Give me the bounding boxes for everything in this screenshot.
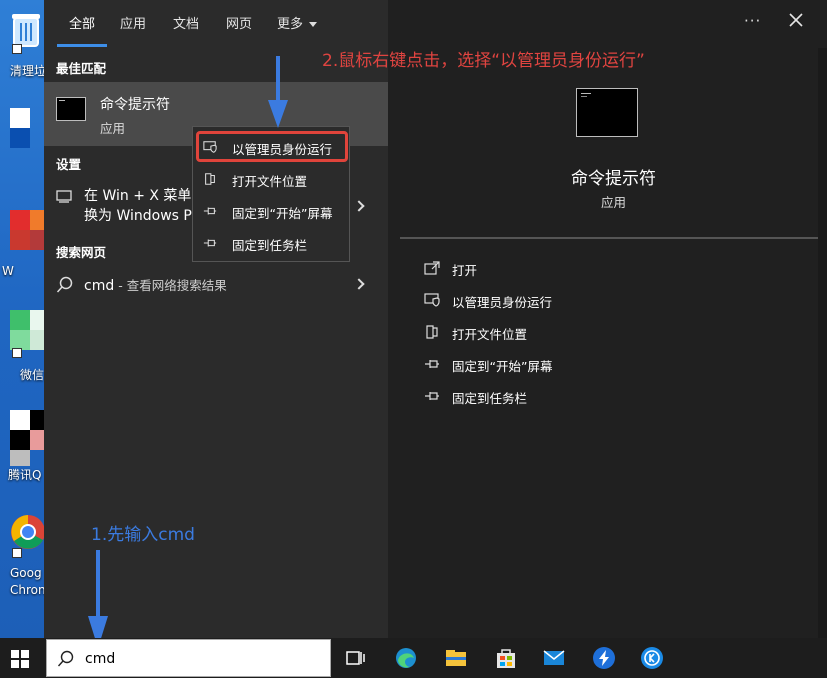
chevron-right-icon[interactable] — [353, 278, 365, 290]
wechat-icon-part — [10, 330, 30, 350]
preview-subtitle: 应用 — [600, 195, 626, 210]
file-explorer-icon[interactable] — [444, 646, 468, 670]
scrollbar[interactable] — [818, 48, 827, 638]
close-icon[interactable] — [786, 10, 806, 30]
more-options-icon[interactable]: ··· — [744, 12, 761, 30]
web-search-suffix: - 查看网络搜索结果 — [114, 278, 227, 293]
context-item-label: 打开文件位置 — [232, 174, 308, 189]
search-icon — [56, 276, 73, 293]
office-icon-part — [30, 230, 44, 250]
section-best-match: 最佳匹配 — [56, 61, 107, 76]
folder-icon — [205, 173, 215, 185]
search-tabs: 全部 应用 文档 网页 更多 ··· — [44, 0, 827, 48]
qq-icon-part — [10, 430, 30, 450]
app-arrow-icon[interactable] — [592, 646, 616, 670]
pin-icon — [203, 239, 217, 247]
annotation-step-2: 2.鼠标右键点击，选择“以管理员身份运行” — [322, 51, 645, 71]
command-prompt-icon — [56, 97, 86, 121]
section-web-search: 搜索网页 — [56, 245, 107, 260]
wechat-icon-part — [30, 310, 44, 330]
qq-icon-part — [30, 430, 44, 450]
action-label: 打开文件位置 — [452, 327, 528, 342]
desktop-icon-label: Chron — [10, 583, 44, 597]
tab-more-label: 更多 — [277, 17, 304, 32]
preview-title: 命令提示符 — [571, 169, 656, 189]
web-search-query: cmd - 查看网络搜索结果 — [84, 275, 227, 294]
folder-icon — [426, 325, 438, 339]
wechat-icon[interactable] — [10, 310, 30, 330]
desktop-icon-cleaner[interactable]: 清理垃 — [4, 4, 44, 78]
settings-result-text: 在 Win + X 菜单中 换为 Windows P — [84, 188, 194, 224]
action-label: 打开 — [452, 263, 478, 278]
tab-all[interactable]: 全部 — [69, 13, 95, 32]
annotation-step-1: 1.先输入cmd — [91, 525, 195, 545]
action-label: 固定到“开始”屏幕 — [452, 359, 553, 374]
best-match-subtitle: 应用 — [100, 121, 126, 136]
web-search-item[interactable]: cmd - 查看网络搜索结果 — [44, 270, 388, 300]
desktop-icon-tile — [10, 128, 30, 148]
shortcut-arrow-icon — [12, 44, 22, 54]
section-settings: 设置 — [56, 157, 82, 172]
windows-start-icon[interactable] — [11, 650, 29, 668]
context-item-label: 以管理员身份运行 — [232, 142, 333, 157]
command-prompt-large-icon — [576, 88, 638, 137]
desktop-icon-label: W — [2, 264, 14, 278]
search-input-value: cmd — [85, 651, 116, 667]
office-icon-part — [10, 230, 30, 250]
office-icon-part — [30, 210, 44, 230]
annotation-arrow-down-icon — [88, 550, 108, 648]
qq-icon[interactable] — [10, 410, 30, 430]
web-search-term: cmd — [84, 278, 115, 294]
task-view-icon[interactable] — [344, 646, 368, 670]
desktop-icon-label: 清理垃 — [10, 64, 44, 78]
chrome-icon[interactable] — [10, 514, 44, 550]
action-label: 以管理员身份运行 — [452, 295, 553, 310]
annotation-arrow-down-icon — [268, 56, 288, 128]
tab-docs[interactable]: 文档 — [173, 13, 199, 32]
best-match-title: 命令提示符 — [100, 97, 170, 113]
pin-icon — [203, 207, 217, 215]
tab-web[interactable]: 网页 — [226, 13, 252, 32]
open-icon — [424, 261, 440, 275]
edge-icon[interactable] — [394, 646, 418, 670]
k-app-icon[interactable] — [640, 646, 664, 670]
search-icon — [57, 650, 74, 667]
action-label: 固定到任务栏 — [452, 391, 528, 406]
divider — [400, 237, 827, 239]
chevron-down-icon — [309, 22, 318, 27]
display-icon — [56, 190, 72, 203]
qq-icon-part — [30, 410, 44, 430]
office-icon[interactable] — [10, 210, 30, 230]
context-item-label: 固定到任务栏 — [232, 238, 308, 253]
context-item-label: 固定到“开始”屏幕 — [232, 206, 333, 221]
taskbar-search-input[interactable]: cmd — [46, 639, 331, 677]
shield-window-icon — [424, 293, 440, 307]
qq-icon-part — [10, 450, 30, 466]
shield-window-icon — [203, 141, 217, 153]
desktop-icon-label: Goog — [10, 566, 42, 580]
active-tab-indicator — [57, 44, 107, 47]
desktop-icon-label: 微信 — [20, 368, 44, 382]
mail-icon[interactable] — [542, 646, 566, 670]
pin-icon — [425, 392, 439, 400]
chevron-right-icon[interactable] — [353, 200, 365, 212]
tab-apps[interactable]: 应用 — [120, 13, 146, 32]
shortcut-arrow-icon — [12, 548, 22, 558]
context-menu: 以管理员身份运行 打开文件位置 固定到“开始”屏幕 固定到任务栏 — [192, 126, 350, 262]
store-icon[interactable] — [494, 646, 518, 670]
taskbar: cmd — [0, 638, 827, 678]
shortcut-arrow-icon — [12, 348, 22, 358]
recycle-bin-icon — [12, 14, 40, 47]
pin-icon — [425, 360, 439, 368]
desktop-icon-tile[interactable] — [10, 108, 30, 128]
desktop: 清理垃 W 微信 腾讯Q Goog Chron — [0, 0, 44, 638]
wechat-icon-part — [30, 330, 44, 350]
preview-pane: 命令提示符 应用 打开 以管理员身份运行 打开文件位置 固定到“开始”屏幕 固定… — [400, 48, 827, 638]
desktop-icon-label: 腾讯Q — [8, 468, 42, 482]
tab-more[interactable]: 更多 — [277, 13, 318, 32]
